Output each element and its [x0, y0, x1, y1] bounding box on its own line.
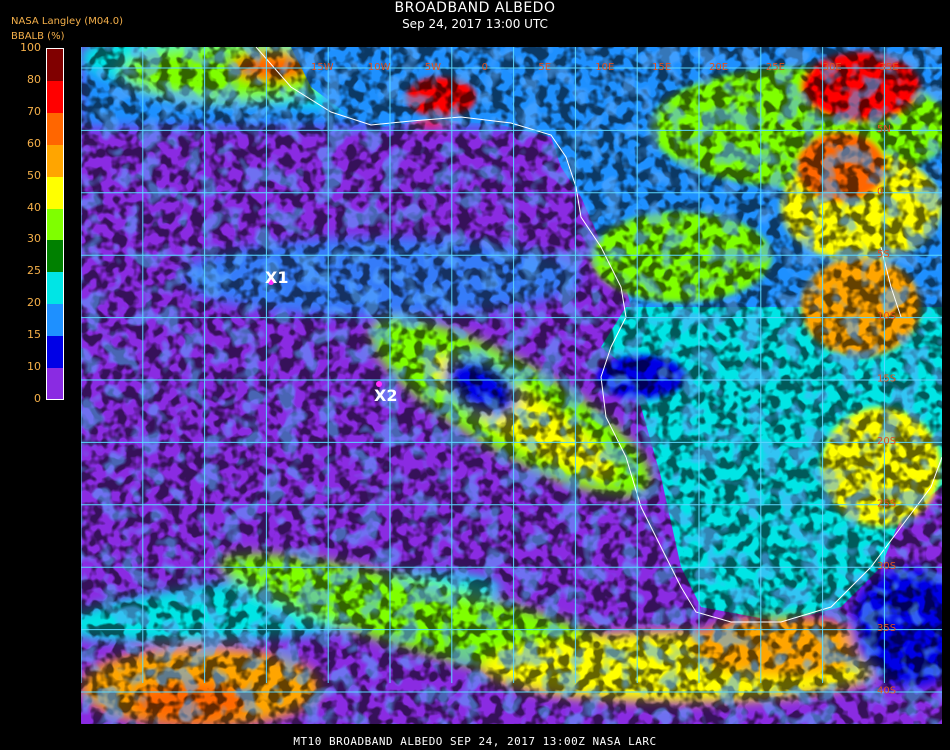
- colorbar-band-30-40: [47, 208, 63, 241]
- colorbar-band-20-25: [47, 271, 63, 305]
- colorbar-band-60-70: [47, 112, 63, 145]
- colorbar-band-70-80: [47, 80, 63, 114]
- longitude-label: 5W: [425, 62, 441, 73]
- marker-x2-label: X2: [374, 386, 398, 405]
- latitude-label: 0: [877, 186, 883, 197]
- colorbar-band-0-10: [47, 367, 63, 400]
- latitude-label: 5N: [877, 124, 891, 135]
- latitude-label: 25S: [877, 498, 896, 509]
- marker-x1-label: X1: [265, 268, 289, 287]
- colorbar-band-50-60: [47, 144, 63, 177]
- colorbar: [46, 48, 64, 400]
- colorbar-tick-label: 20: [27, 296, 41, 310]
- map-title: BROADBAND ALBEDO: [394, 0, 556, 16]
- colorbar-tick-label: 80: [27, 72, 41, 86]
- longitude-label: 15E: [652, 62, 671, 73]
- latitude-label: 15S: [877, 374, 896, 385]
- latitude-label: 20S: [877, 436, 896, 447]
- colorbar-band-80-100: [47, 49, 63, 82]
- longitude-label: 30E: [823, 62, 842, 73]
- longitude-label: 5E: [538, 62, 551, 73]
- footer-caption: MT10 BROADBAND ALBEDO SEP 24, 2017 13:00…: [293, 735, 657, 748]
- colorbar-band-10-15: [47, 335, 63, 368]
- colorbar-band-25-30: [47, 239, 63, 273]
- colorbar-tick-label: 50: [27, 168, 41, 182]
- latitude-label: 10S: [877, 311, 896, 322]
- latitude-label: 30S: [877, 561, 896, 572]
- colorbar-tick-label: 100: [20, 41, 41, 54]
- latitude-label: 40S: [877, 686, 896, 697]
- colorbar-band-15-20: [47, 303, 63, 336]
- longitude-label: 0: [482, 62, 488, 73]
- cloud-texture-bright: [81, 47, 942, 724]
- colorbar-tick-label: 40: [27, 200, 41, 214]
- longitude-label: 10W: [368, 62, 391, 73]
- provider-label: NASA Langley (M04.0): [11, 16, 123, 27]
- albedo-map: 15W 10W 5W 0 5E 10E 15E 20E 25E 30E 35E 5N 0 5S 10S 15…: [81, 47, 942, 724]
- colorbar-tick-label: 10: [27, 360, 41, 374]
- colorbar-tick-label: 25: [27, 264, 41, 278]
- colorbar-tick-label: 70: [27, 104, 41, 118]
- longitude-label: 35E: [880, 62, 899, 73]
- colorbar-tick-label: 60: [27, 136, 41, 150]
- colorbar-tick-label: 30: [27, 232, 41, 246]
- latitude-label: 5S: [877, 249, 890, 260]
- colorbar-tick-label: 15: [27, 328, 41, 342]
- longitude-label: 15W: [311, 62, 334, 73]
- map-subtitle: Sep 24, 2017 13:00 UTC: [402, 17, 548, 31]
- colorbar-tick-label: 0: [34, 392, 41, 405]
- latitude-label: 35S: [877, 623, 896, 634]
- longitude-label: 10E: [595, 62, 614, 73]
- colorbar-band-40-50: [47, 176, 63, 209]
- longitude-label: 25E: [766, 62, 785, 73]
- longitude-label: 20E: [709, 62, 728, 73]
